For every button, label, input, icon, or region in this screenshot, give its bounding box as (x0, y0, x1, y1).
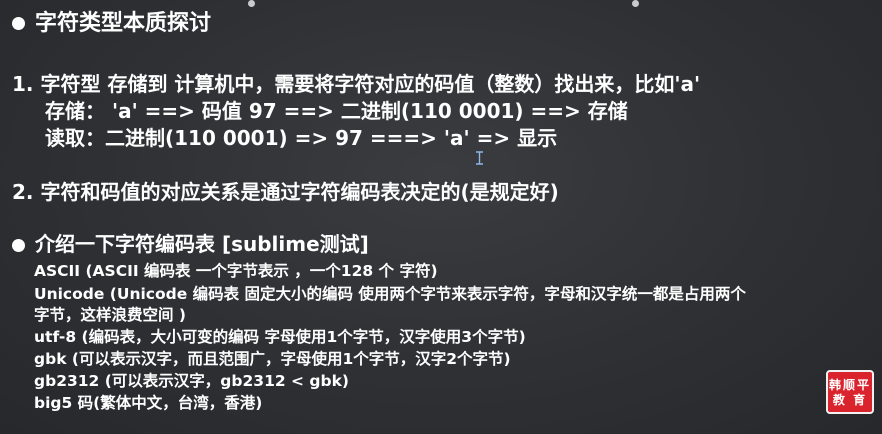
encoding-item-ascii: ASCII (ASCII 编码表 一个字节表示 ，一个128 个 字符) (34, 262, 438, 280)
section-title-char-type: 字符类型本质探讨 (35, 11, 212, 36)
section-title-encoding-tables: 介绍一下字符编码表 [sublime测试] (35, 232, 369, 256)
point-1-line-3: 读取：二进制(110 0001) => 97 ===> 'a' => 显示 (45, 126, 558, 150)
point-1-line-2: 存储： 'a' ==> 码值 97 ==> 二进制(110 0001) ==> … (45, 99, 628, 123)
slide-canvas: 字符类型本质探讨 1. 字符型 存储到 计算机中，需要将字符对应的码值（整数）找… (0, 0, 882, 434)
encoding-item-unicode-cont: 字节，这样浪费空间 ) (34, 306, 186, 324)
bullet-dot (12, 239, 25, 252)
bullet-dot (12, 17, 25, 30)
logo-line-1: 韩顺平 (828, 377, 871, 392)
brand-logo: 韩顺平 教 育 (826, 370, 874, 414)
encoding-item-gbk: gbk (可以表示汉字，而且范围广，字母使用1个字节，汉字2个字节) (34, 350, 511, 368)
text-cursor-icon (476, 151, 483, 165)
pin-dot-left (248, 0, 255, 7)
encoding-item-gb2312: gb2312 (可以表示汉字，gb2312 < gbk) (34, 372, 350, 390)
point-1-line-1: 1. 字符型 存储到 计算机中，需要将字符对应的码值（整数）找出来，比如'a' (12, 72, 701, 96)
encoding-item-big5: big5 码(繁体中文，台湾，香港) (34, 394, 263, 412)
encoding-item-unicode: Unicode (Unicode 编码表 固定大小的编码 使用两个字节来表示字符… (34, 285, 746, 303)
logo-line-2: 教 育 (832, 392, 868, 407)
pin-dot-right (632, 0, 639, 7)
point-2-line-1: 2. 字符和码值的对应关系是通过字符编码表决定的(是规定好) (12, 180, 559, 204)
encoding-item-utf8: utf-8 (编码表，大小可变的编码 字母使用1个字节，汉字使用3个字节) (34, 328, 526, 346)
